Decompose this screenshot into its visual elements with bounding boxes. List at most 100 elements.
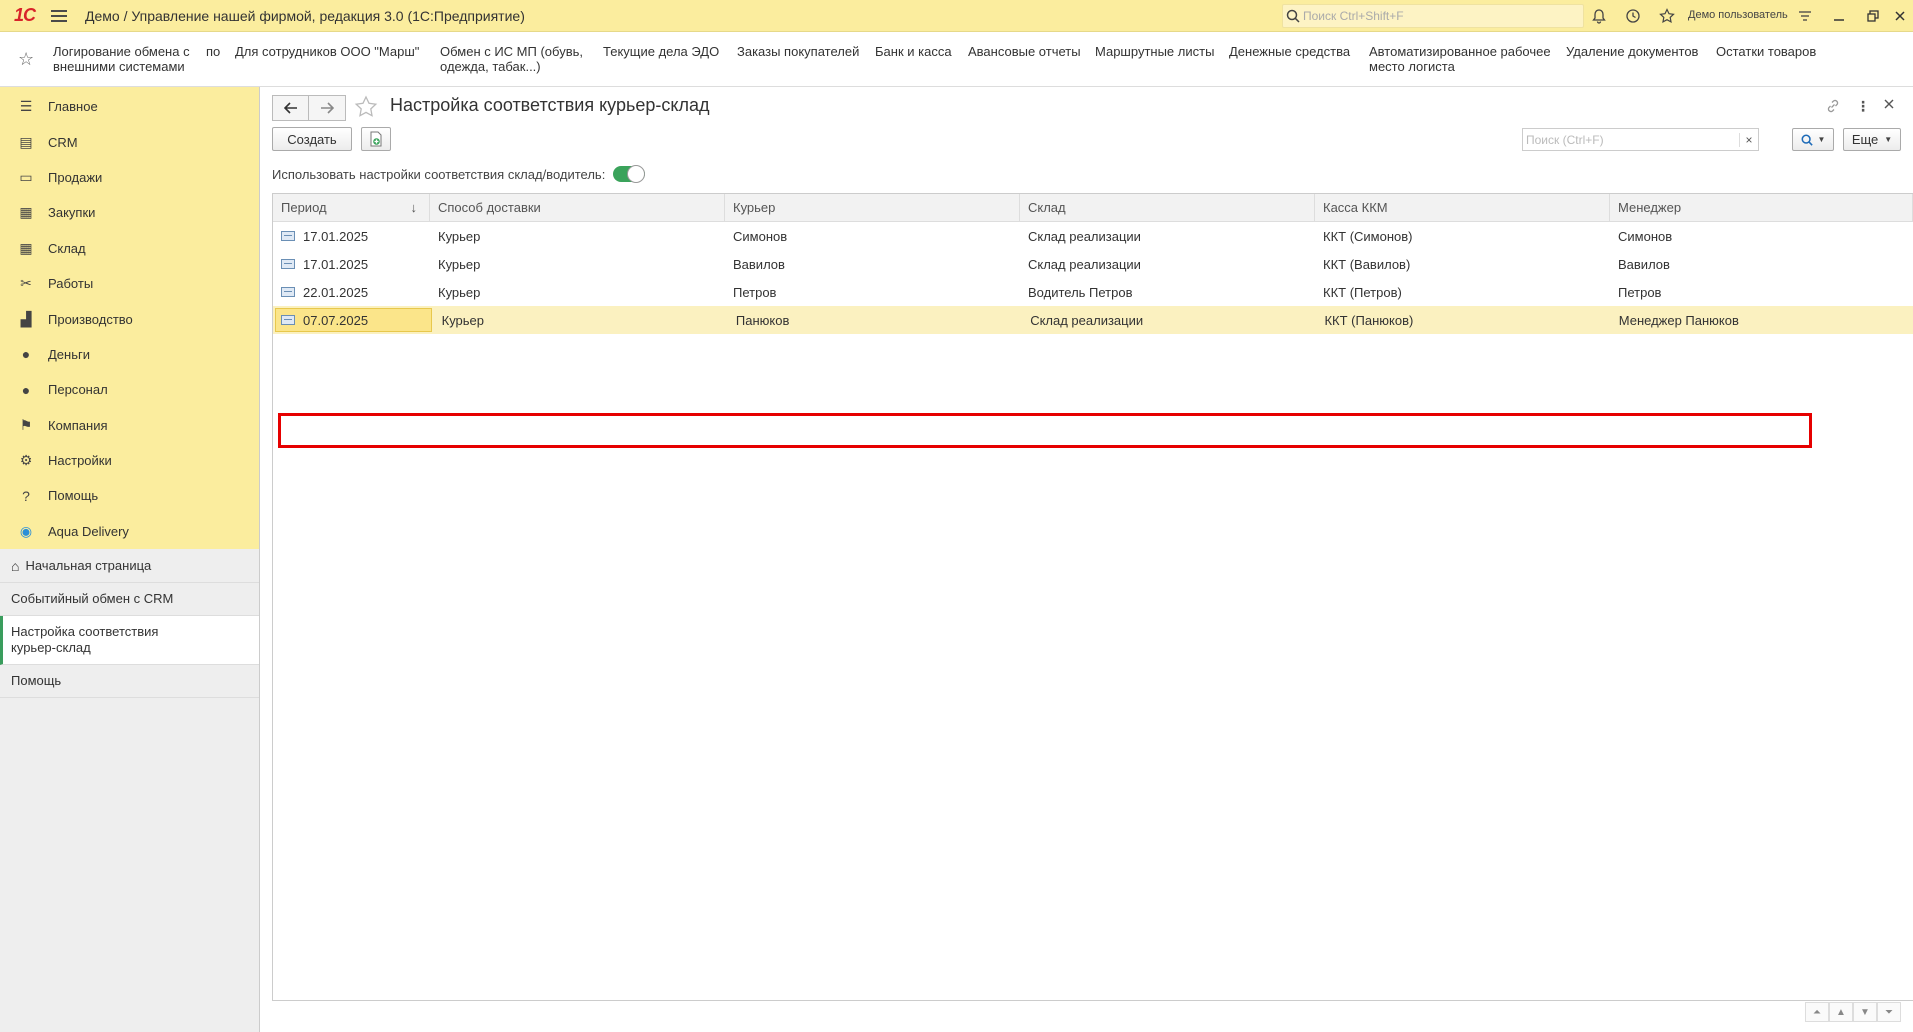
section-gear[interactable]: ⚙ Настройки (0, 443, 259, 478)
clear-search-icon[interactable]: × (1739, 132, 1758, 147)
cell-warehouse[interactable]: Склад реализации (1020, 250, 1315, 278)
cell-manager[interactable]: Симонов (1610, 222, 1913, 250)
cell-text: 17.01.2025 (303, 228, 369, 244)
open-window-item[interactable]: Настройка соответствия курьер-склад (0, 616, 259, 665)
favorite-link[interactable]: Текущие дела ЭДО (603, 44, 719, 59)
cell-period[interactable]: 17.01.2025 (273, 250, 430, 278)
cell-manager[interactable]: Вавилов (1610, 250, 1913, 278)
cell-kkm[interactable]: ККТ (Вавилов) (1315, 250, 1610, 278)
section-label: Aqua Delivery (48, 523, 129, 539)
section-crm[interactable]: ▤ CRM (0, 124, 259, 159)
add-to-favorites-icon[interactable] (354, 95, 378, 122)
open-window-item[interactable]: ⌂ Начальная страница (0, 550, 259, 583)
favorite-link[interactable]: Банк и касса (875, 44, 952, 59)
favorite-link[interactable]: Логирование обмена с внешними системами (53, 44, 190, 74)
column-header-period[interactable]: Период ↓ (273, 194, 430, 221)
list-search-input[interactable] (1523, 129, 1739, 150)
section-purchase[interactable]: ▦ Закупки (0, 195, 259, 230)
cell-kkm[interactable]: ККТ (Петров) (1315, 278, 1610, 306)
minimize-icon[interactable] (1829, 6, 1849, 26)
cell-period[interactable]: 07.07.2025 (275, 308, 432, 332)
settings-menu-icon[interactable] (1795, 6, 1815, 26)
favorite-link[interactable]: по (206, 44, 220, 59)
section-money[interactable]: ● Деньги (0, 337, 259, 372)
cell-warehouse[interactable]: Водитель Петров (1020, 278, 1315, 306)
favorite-link[interactable]: Удаление документов (1566, 44, 1698, 59)
section-warehouse[interactable]: ▦ Склад (0, 231, 259, 266)
warehouse-driver-toggle[interactable] (613, 165, 646, 183)
section-label: CRM (48, 134, 78, 150)
cell-text: Водитель Петров (1028, 284, 1133, 300)
bell-icon[interactable] (1589, 6, 1609, 26)
cell-manager[interactable]: Петров (1610, 278, 1913, 306)
section-tools[interactable]: ✂ Работы (0, 266, 259, 301)
column-header-warehouse[interactable]: Склад (1020, 194, 1315, 221)
favorite-link[interactable]: Для сотрудников ООО "Марш" (235, 44, 419, 59)
cell-delivery[interactable]: Курьер (430, 222, 725, 250)
global-search-field[interactable]: Поиск Ctrl+Shift+F (1282, 4, 1584, 28)
table-row[interactable]: 17.01.2025 Курьер Симонов Склад реализации К… (273, 222, 1913, 250)
current-user[interactable]: Демо пользователь (1688, 9, 1788, 21)
favorite-link[interactable]: Остатки товаров (1716, 44, 1816, 59)
section-cart[interactable]: ▭ Продажи (0, 160, 259, 195)
cell-courier[interactable]: Вавилов (725, 250, 1020, 278)
cell-manager[interactable]: Менеджер Панюков (1611, 306, 1913, 334)
table-row[interactable]: 17.01.2025 Курьер Вавилов Склад реализации К… (273, 250, 1913, 278)
maximize-icon[interactable] (1863, 6, 1883, 26)
column-header-delivery[interactable]: Способ доставки (430, 194, 725, 221)
favorites-icon[interactable]: ☆ (18, 49, 34, 70)
cell-delivery[interactable]: Курьер (430, 278, 725, 306)
favorites-star-icon[interactable] (1657, 6, 1677, 26)
forward-button[interactable] (308, 95, 346, 121)
favorite-link[interactable]: Авансовые отчеты (968, 44, 1081, 59)
main-menu-icon[interactable] (51, 9, 68, 22)
column-header-kkm[interactable]: Касса ККМ (1315, 194, 1610, 221)
cell-period[interactable]: 22.01.2025 (273, 278, 430, 306)
back-button[interactable] (272, 95, 310, 121)
section-people[interactable]: ● Персонал (0, 372, 259, 407)
cell-kkm[interactable]: ККТ (Панюков) (1316, 306, 1610, 334)
create-button[interactable]: Создать (272, 127, 352, 151)
record-icon (281, 287, 295, 297)
more-button[interactable]: Еще ▼ (1843, 128, 1901, 151)
cell-period[interactable]: 17.01.2025 (273, 222, 430, 250)
link-icon[interactable] (1825, 98, 1841, 117)
more-actions-icon[interactable]: ⋮ (1856, 98, 1870, 115)
column-header-manager[interactable]: Менеджер (1610, 194, 1913, 221)
section-flag[interactable]: ⚑ Компания (0, 408, 259, 443)
history-icon[interactable] (1623, 6, 1643, 26)
scroll-down-icon[interactable]: ▼ (1853, 1002, 1877, 1022)
section-menu[interactable]: ☰ Главное (0, 89, 259, 124)
copy-button[interactable] (361, 127, 391, 151)
favorite-link[interactable]: Заказы покупателей (737, 44, 859, 59)
section-location[interactable]: ◉ Aqua Delivery (0, 514, 259, 549)
search-icon (1801, 134, 1813, 146)
table-row[interactable]: 22.01.2025 Курьер Петров Водитель Петров ККТ… (273, 278, 1913, 306)
cell-kkm[interactable]: ККТ (Симонов) (1315, 222, 1610, 250)
cell-delivery[interactable]: Курьер (430, 250, 725, 278)
cell-warehouse[interactable]: Склад реализации (1020, 222, 1315, 250)
favorite-link[interactable]: Автоматизированное рабочее место логиста (1369, 44, 1551, 74)
open-window-item[interactable]: Помощь (0, 665, 259, 698)
close-form-icon[interactable] (1883, 98, 1895, 113)
close-window-icon[interactable] (1890, 6, 1910, 26)
open-window-item[interactable]: Событийный обмен с CRM (0, 583, 259, 616)
favorite-link[interactable]: Обмен с ИС МП (обувь, одежда, табак...) (440, 44, 583, 74)
cell-courier[interactable]: Панюков (728, 306, 1022, 334)
cell-courier[interactable]: Петров (725, 278, 1020, 306)
column-header-courier[interactable]: Курьер (725, 194, 1020, 221)
section-label: Настройки (48, 453, 112, 469)
cell-courier[interactable]: Симонов (725, 222, 1020, 250)
table-row[interactable]: 07.07.2025 Курьер Панюков Склад реализации К… (273, 306, 1913, 334)
favorite-link[interactable]: Денежные средства (1229, 44, 1350, 59)
section-factory[interactable]: ▟ Производство (0, 301, 259, 336)
favorite-link[interactable]: Маршрутные листы (1095, 44, 1214, 59)
cell-warehouse[interactable]: Склад реализации (1022, 306, 1316, 334)
scroll-top-icon[interactable]: ⏶ (1805, 1002, 1829, 1022)
scroll-up-icon[interactable]: ▲ (1829, 1002, 1853, 1022)
cell-delivery[interactable]: Курьер (434, 306, 728, 334)
scroll-bottom-icon[interactable]: ⏷ (1877, 1002, 1901, 1022)
list-search-field[interactable]: × (1522, 128, 1759, 151)
search-options-button[interactable]: ▼ (1792, 128, 1834, 151)
section-help[interactable]: ? Помощь (0, 478, 259, 513)
